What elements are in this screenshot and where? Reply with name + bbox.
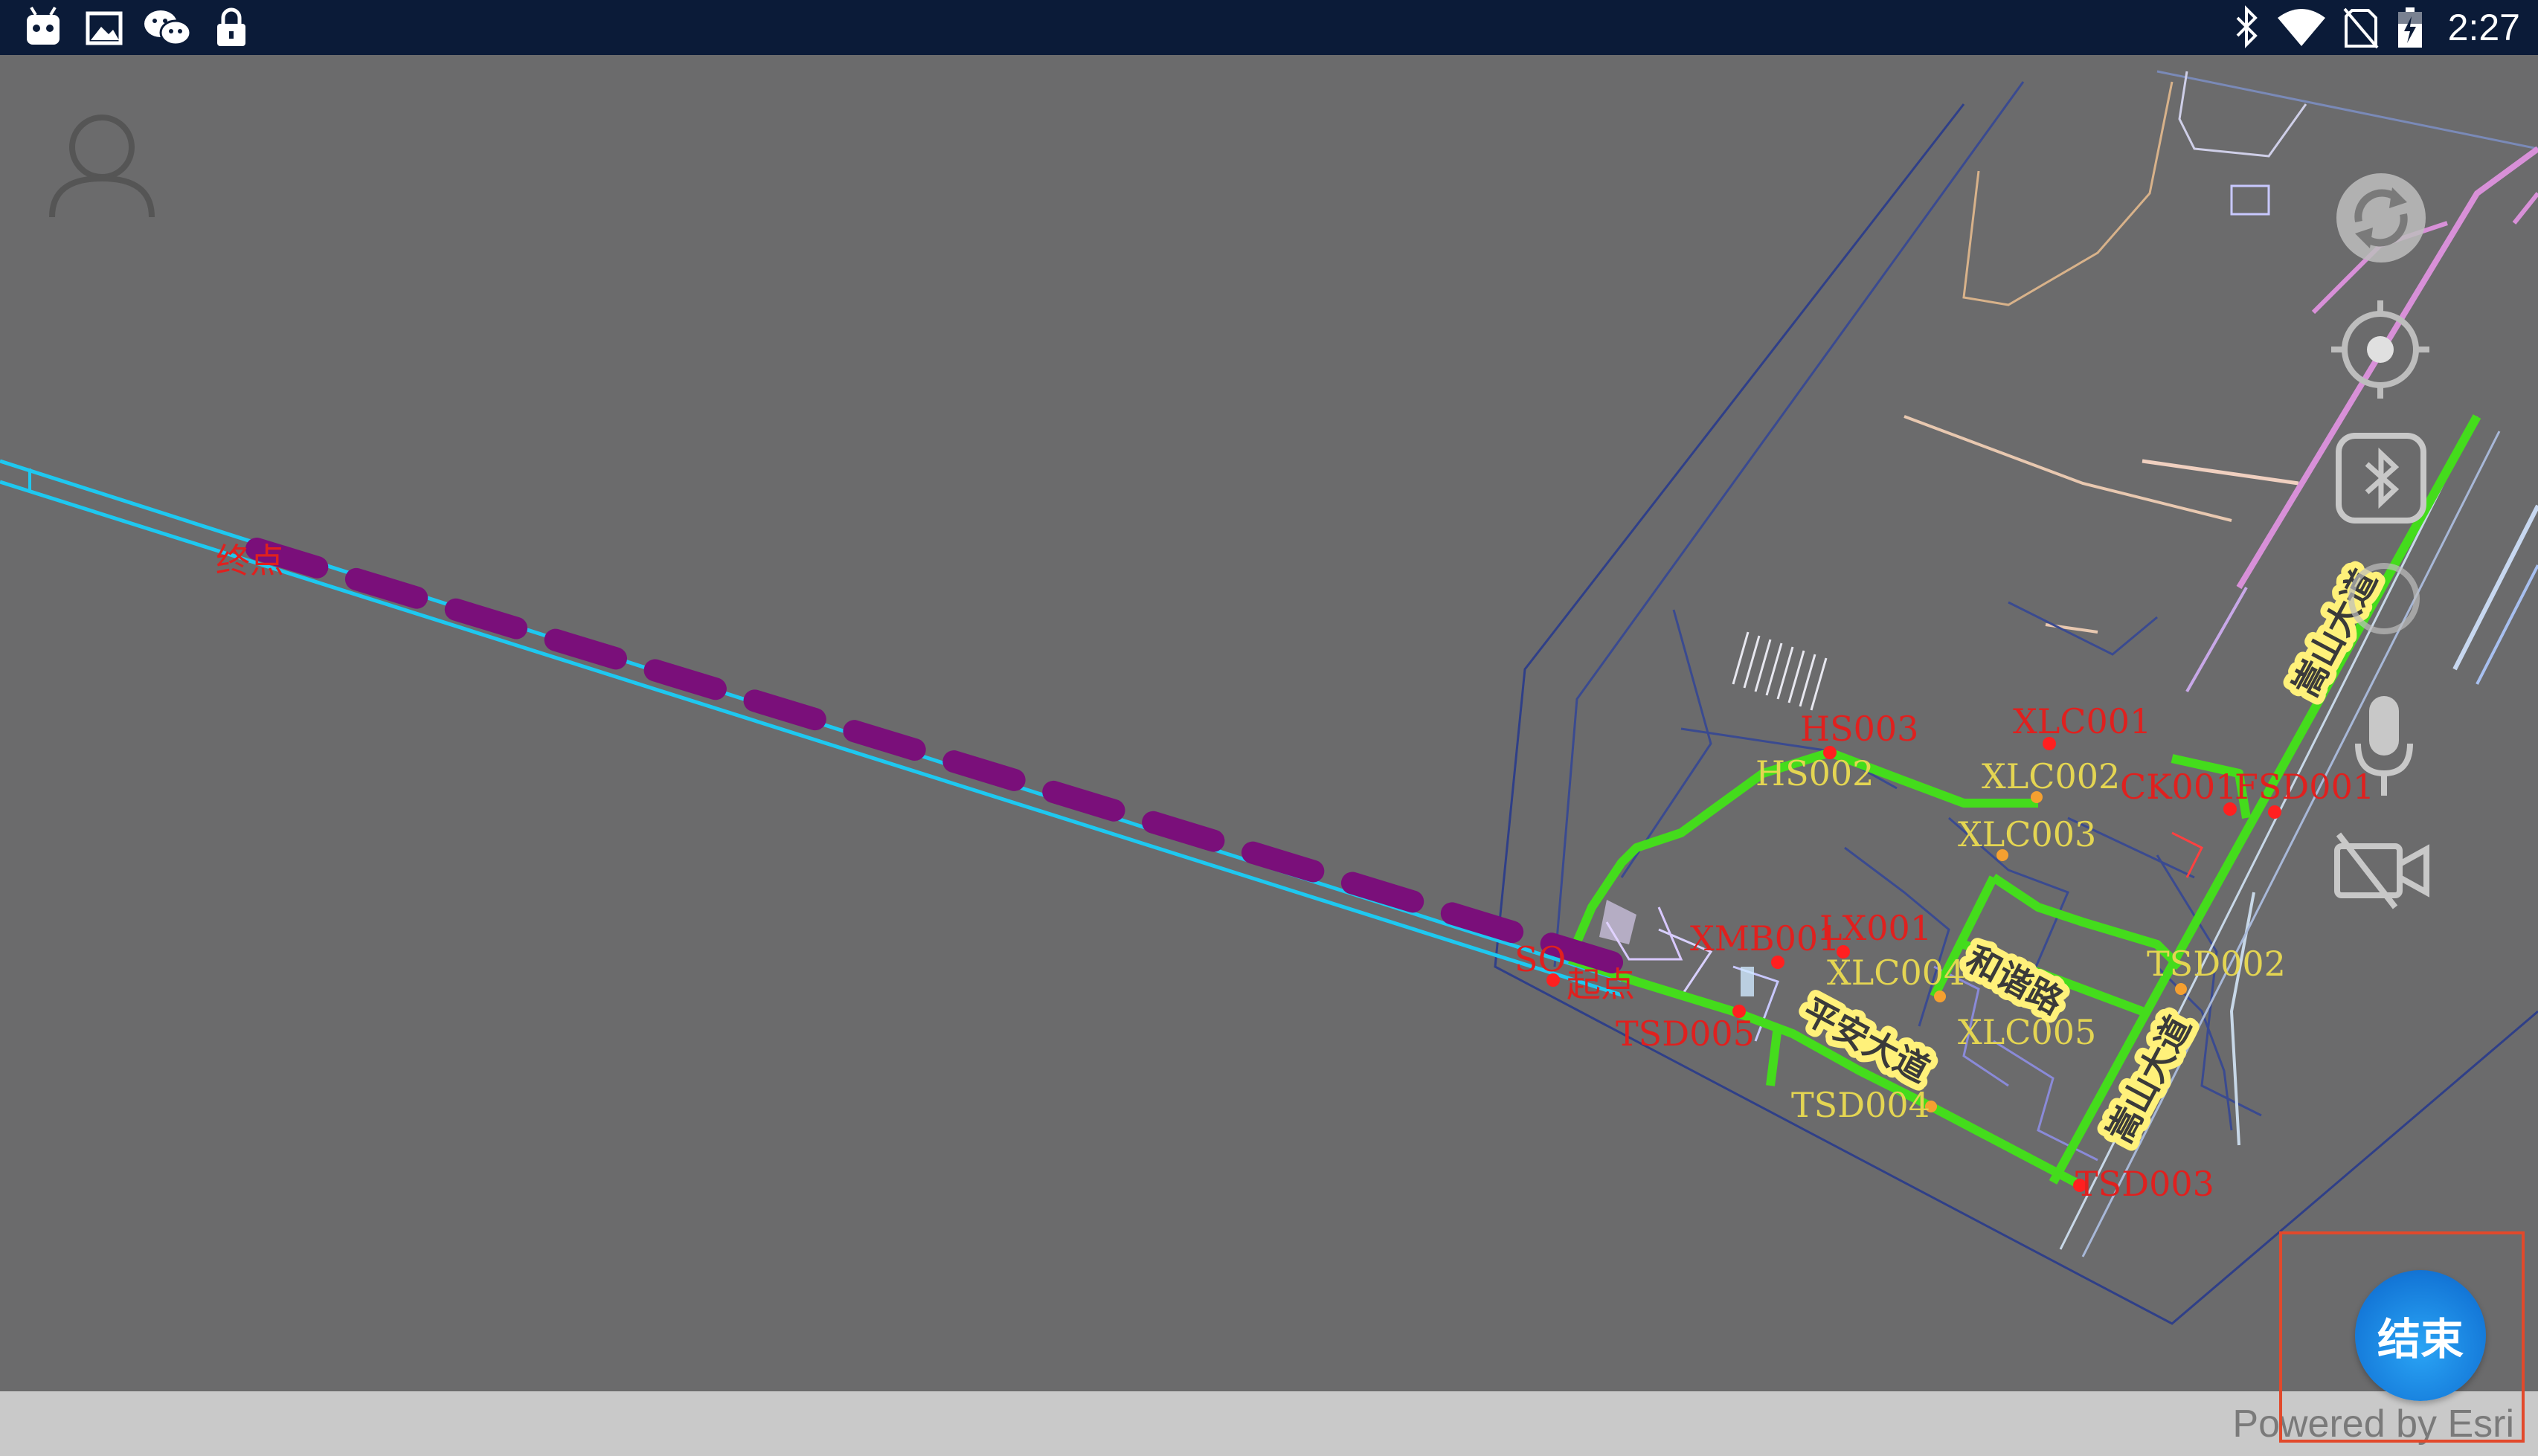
label-xlc001: XLC001: [2013, 701, 2151, 741]
label-xlc005: XLC005: [1958, 1012, 2096, 1052]
label-tsd004: TSD004: [1791, 1085, 1930, 1125]
image-icon: [86, 11, 123, 45]
lock-icon: [217, 7, 245, 46]
esri-attribution: Powered by Esri: [2232, 1402, 2514, 1446]
bluetooth-toggle-icon[interactable]: [2333, 430, 2429, 526]
video-off-icon[interactable]: [2331, 830, 2432, 912]
label-hs002: HS002: [1755, 753, 1874, 793]
end-point-label: 终点: [216, 541, 284, 581]
label-tsd002: TSD002: [2147, 944, 2286, 984]
start-code-label: SO: [1514, 939, 1566, 979]
status-bar: 2:27: [0, 0, 2538, 55]
bottom-bar: [0, 1391, 2538, 1456]
clock: 2:27: [2447, 7, 2520, 48]
label-lx001: LX001: [1819, 908, 1932, 948]
android-icon: [27, 6, 60, 45]
refresh-icon[interactable]: [2333, 170, 2429, 266]
locate-icon[interactable]: [2328, 297, 2432, 402]
user-icon[interactable]: [46, 104, 158, 223]
locate-secondary-icon[interactable]: [2336, 550, 2432, 647]
label-ck001: CK001: [2120, 767, 2237, 807]
wechat-icon: [144, 10, 192, 46]
battery-charging-icon: [2398, 7, 2422, 48]
bluetooth-icon: [2236, 5, 2258, 48]
end-button[interactable]: 结束: [2355, 1270, 2486, 1401]
wifi-icon: [2278, 9, 2325, 46]
road-name-labels: 和谐路 平安大道 嵩山大道 嵩山大道: [1790, 556, 2391, 1156]
road-label-hexie: 和谐路: [1960, 938, 2070, 1022]
label-xlc003: XLC003: [1958, 814, 2096, 854]
start-point-label: 起点: [1567, 964, 1635, 1005]
label-hs003: HS003: [1800, 709, 1918, 749]
map-view[interactable]: 终点 起点 SO HS003 XLC001 CK001 FSD001 XMB00…: [0, 55, 2538, 1391]
microphone-icon[interactable]: [2351, 692, 2417, 803]
label-xlc002: XLC002: [1982, 756, 2120, 796]
label-xmb001: XMB001: [1690, 918, 1840, 959]
label-tsd005: TSD005: [1616, 1014, 1755, 1054]
no-sim-icon: [2343, 7, 2379, 49]
label-tsd003: TSD003: [2075, 1164, 2214, 1204]
route-dashed-line: [245, 538, 1633, 976]
label-xlc004: XLC004: [1827, 953, 1965, 993]
